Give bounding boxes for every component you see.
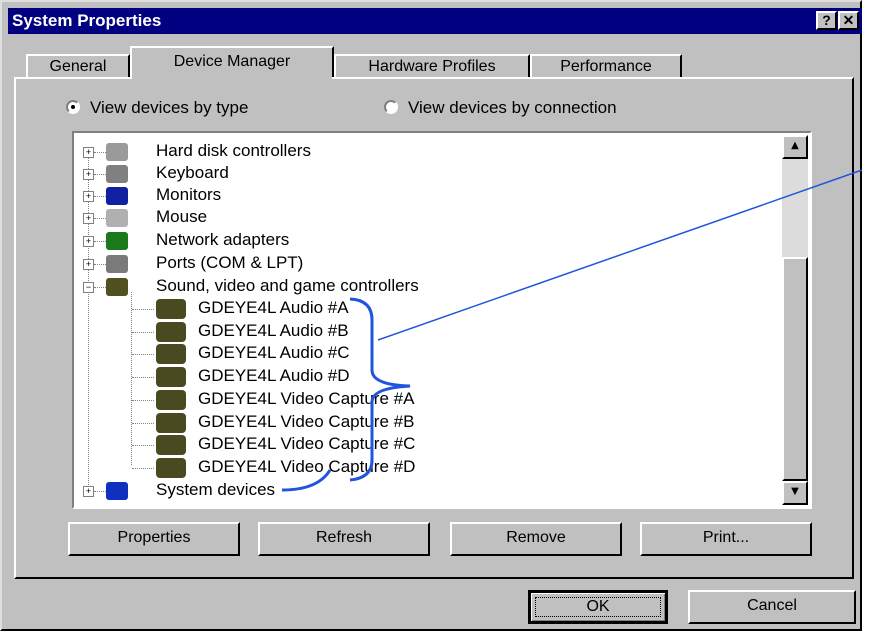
- expand-icon[interactable]: +: [83, 259, 94, 270]
- tree-line: [131, 292, 132, 465]
- cancel-button[interactable]: Cancel: [688, 590, 856, 624]
- focus-rect: [535, 597, 661, 617]
- tree-device-label: GDEYE4L Audio #A: [198, 298, 349, 317]
- mouse-icon: [106, 209, 128, 227]
- tree-line: [94, 174, 106, 175]
- tree-device-label: GDEYE4L Video Capture #D: [198, 456, 416, 476]
- tree-device-label: GDEYE4L Audio #D: [198, 366, 350, 386]
- radio-view-by-connection[interactable]: View devices by connection: [384, 98, 617, 118]
- hard-disk-icon: [106, 143, 128, 161]
- scroll-up-button[interactable]: ▲: [782, 135, 808, 159]
- tree-line: [132, 354, 154, 356]
- tree-line: [132, 331, 154, 333]
- print-button[interactable]: Print...: [640, 522, 812, 556]
- keyboard-icon: [106, 165, 128, 183]
- tree-line: [132, 399, 154, 401]
- tree-category-label: Monitors: [156, 185, 222, 204]
- expand-icon[interactable]: +: [83, 213, 94, 224]
- tree-category-label: Sound, video and game controllers: [156, 276, 419, 295]
- sound-controller-icon: [156, 367, 186, 388]
- radio-view-by-type[interactable]: View devices by type: [66, 98, 248, 118]
- radio-label: View devices by connection: [408, 98, 617, 117]
- expand-icon[interactable]: +: [83, 169, 94, 180]
- radio-unselected-icon: [384, 100, 398, 114]
- close-button[interactable]: ✕: [838, 11, 859, 30]
- sound-controller-icon: [156, 299, 186, 319]
- tree-device-label: GDEYE4L Video Capture #C: [198, 434, 416, 454]
- tree-category-label: Ports (COM & LPT): [156, 253, 304, 272]
- sound-controller-icon: [156, 389, 186, 410]
- scroll-thumb[interactable]: [782, 257, 808, 481]
- computer-icon: [106, 482, 128, 500]
- tab-general[interactable]: General: [26, 54, 130, 79]
- tree-line: [94, 218, 106, 219]
- window-title: System Properties: [12, 11, 162, 30]
- sound-controller-icon: [156, 412, 186, 433]
- tree-category-label: Keyboard: [156, 163, 229, 182]
- sound-controller-icon: [156, 457, 186, 478]
- remove-button[interactable]: Remove: [450, 522, 622, 556]
- tab-performance[interactable]: Performance: [530, 54, 682, 79]
- tab-device-manager[interactable]: Device Manager: [130, 46, 334, 79]
- monitor-icon: [106, 187, 128, 205]
- properties-button[interactable]: Properties: [68, 522, 240, 556]
- port-icon: [106, 255, 128, 273]
- expand-icon[interactable]: +: [83, 147, 94, 158]
- tree-line: [94, 287, 106, 288]
- tree-line: [132, 309, 154, 310]
- radio-selected-icon: [66, 100, 80, 114]
- tree-line: [132, 445, 154, 447]
- tree-line: [132, 467, 154, 469]
- refresh-button[interactable]: Refresh: [258, 522, 430, 556]
- tree-line: [94, 196, 106, 197]
- ok-button[interactable]: OK: [528, 590, 668, 624]
- tree-device-label: GDEYE4L Audio #C: [198, 343, 350, 363]
- title-bar[interactable]: System Properties ? ✕: [8, 8, 862, 34]
- sound-controller-icon: [156, 435, 186, 456]
- expand-icon[interactable]: +: [83, 486, 94, 497]
- expand-icon[interactable]: +: [83, 236, 94, 247]
- collapse-icon[interactable]: −: [83, 282, 94, 293]
- tree-device-label: GDEYE4L Audio #B: [198, 320, 349, 340]
- tree-line: [132, 377, 154, 379]
- tree-line: [132, 422, 154, 424]
- expand-icon[interactable]: +: [83, 191, 94, 202]
- tree-category-label: System devices: [156, 480, 276, 499]
- radio-label: View devices by type: [90, 98, 249, 117]
- tree-device-label: GDEYE4L Video Capture #B: [198, 411, 415, 431]
- tree-device-label: GDEYE4L Video Capture #A: [198, 388, 415, 408]
- network-adapter-icon: [106, 232, 128, 250]
- active-tab-joint: [132, 77, 332, 80]
- sound-controller-icon: [106, 278, 128, 296]
- sound-controller-icon: [156, 344, 186, 365]
- tree-line: [94, 241, 106, 242]
- tree-line: [94, 152, 106, 153]
- tab-hardware-profiles[interactable]: Hardware Profiles: [334, 54, 530, 79]
- tree-line: [94, 491, 106, 492]
- help-button[interactable]: ?: [816, 11, 837, 30]
- tree-category-label: Mouse: [156, 207, 208, 226]
- tree-line: [94, 264, 106, 265]
- sound-controller-icon: [156, 321, 186, 342]
- vertical-scrollbar[interactable]: ▲ ▼: [782, 135, 808, 505]
- tree-category-label: Network adapters: [156, 230, 290, 249]
- tree-category-label: Hard disk controllers: [156, 141, 311, 160]
- scroll-down-button[interactable]: ▼: [782, 481, 808, 505]
